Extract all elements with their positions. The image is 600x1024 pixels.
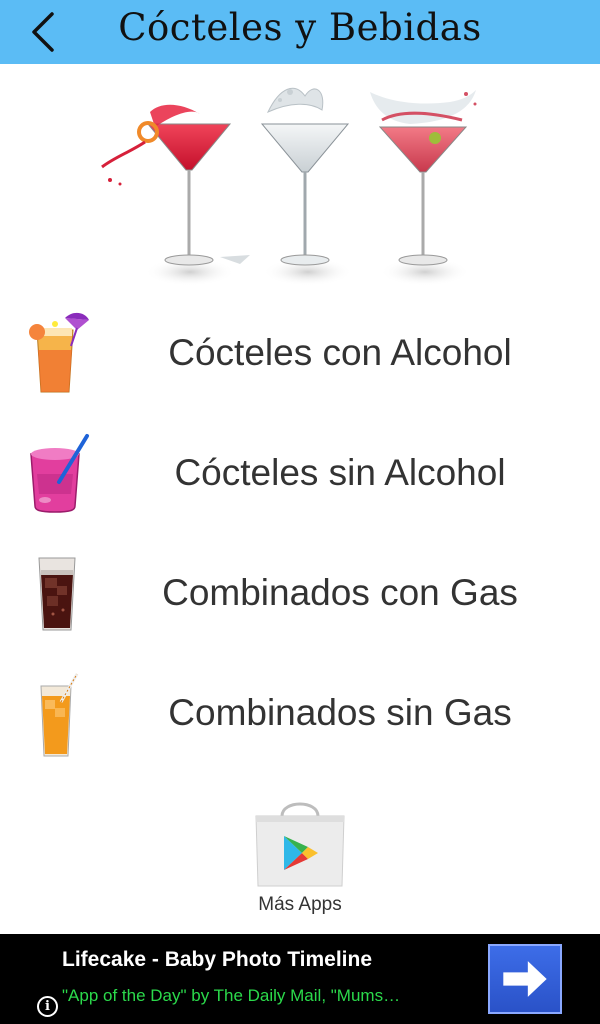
play-store-bag-icon [255,802,345,887]
menu-item-cocteles-sin-alcohol[interactable]: Cócteles sin Alcohol [0,414,600,532]
ad-title[interactable]: Lifecake - Baby Photo Timeline [62,948,372,972]
arrow-right-icon [503,961,547,997]
mas-apps-label: Más Apps [258,894,342,915]
info-icon[interactable]: i [37,996,58,1017]
page-title: Cócteles y Bebidas [118,6,482,49]
ad-banner[interactable]: i Lifecake - Baby Photo Timeline "App of… [0,934,600,1024]
orange-juice-icon [40,673,79,757]
pink-drink-straw-icon [30,434,89,513]
cola-glass-icon [38,557,76,631]
menu-label: Combinados sin Gas [168,692,512,733]
menu-label: Cócteles sin Alcohol [174,452,506,493]
mas-apps-button[interactable]: Más Apps [240,796,360,920]
menu-label: Combinados con Gas [162,572,518,613]
tropical-cocktail-icon [29,312,89,393]
menu-item-combinados-sin-gas[interactable]: Combinados sin Gas [0,654,600,772]
menu-label: Cócteles con Alcohol [168,332,512,373]
ad-open-button[interactable] [488,944,562,1014]
menu-item-combinados-con-gas[interactable]: Combinados con Gas [0,534,600,652]
menu-item-cocteles-con-alcohol[interactable]: Cócteles con Alcohol [0,294,600,412]
ad-subtitle: "App of the Day" by The Daily Mail, "Mum… [62,986,401,1005]
app-header: Cócteles y Bebidas [0,0,600,64]
hero-cocktails-image [101,87,477,286]
